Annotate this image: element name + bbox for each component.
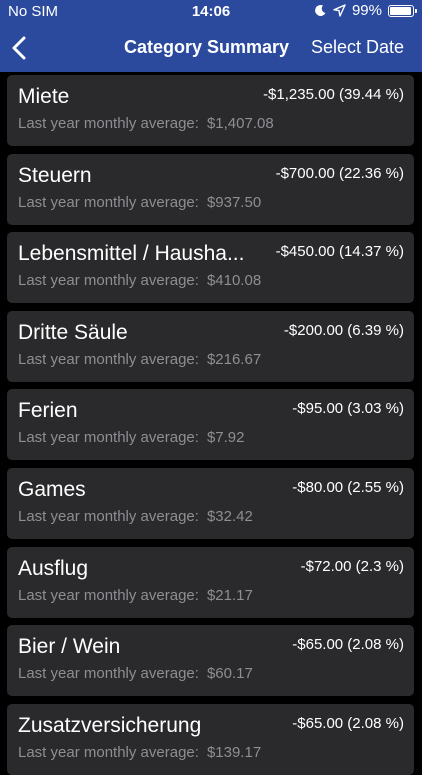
battery-percent: 99%: [351, 2, 382, 19]
status-bar: No SIM 14:06 99%: [0, 0, 422, 24]
category-amount: -$65.00 (2.08 %): [292, 636, 404, 654]
category-amount: -$65.00 (2.08 %): [292, 714, 404, 732]
average-label: Last year monthly average:: [18, 350, 199, 368]
select-date-button[interactable]: Select Date: [311, 37, 404, 58]
category-name: Ausflug: [18, 556, 89, 580]
category-card[interactable]: Miete -$1,235.00 (39.44 %) Last year month…: [7, 75, 414, 146]
category-name: Miete: [18, 85, 70, 108]
category-average: Last year monthly average: $1,407.08: [18, 115, 274, 132]
category-card[interactable]: Zusatzversicherung -$65.00 (2.08 %) Last y…: [7, 703, 414, 775]
category-amount: -$80.00 (2.55 %): [292, 479, 404, 496]
category-average: Last year monthly average: $7.92: [18, 429, 244, 446]
category-amount: -$72.00 (2.3 %): [300, 557, 404, 575]
category-card[interactable]: Steuern -$700.00 (22.36 %) Last year month…: [7, 153, 414, 225]
average-label: Last year monthly average:: [18, 665, 199, 683]
category-amount: -$450.00 (14.37 %): [275, 243, 404, 261]
category-card[interactable]: Ferien -$95.00 (3.03 %) Last year monthly …: [7, 389, 414, 461]
category-name: Bier / Wein: [18, 635, 121, 659]
category-amount: -$700.00 (22.36 %): [275, 164, 404, 182]
location-arrow-icon: [333, 4, 346, 17]
category-name: Games: [18, 478, 86, 501]
navigation-bar: Category Summary Select Date: [0, 24, 422, 72]
category-average: Last year monthly average: $32.42: [18, 508, 253, 525]
average-label: Last year monthly average:: [18, 429, 199, 447]
status-right: 99%: [314, 2, 417, 19]
average-value: $7.92: [206, 429, 245, 447]
category-name: Dritte Säule: [18, 320, 128, 344]
back-button[interactable]: [6, 32, 36, 64]
battery-icon: [388, 4, 417, 17]
average-label: Last year monthly average:: [18, 115, 199, 132]
average-value: $60.17: [206, 665, 253, 683]
battery-fill: [390, 6, 411, 15]
average-label: Last year monthly average:: [18, 508, 199, 525]
average-value: $32.42: [206, 508, 253, 525]
category-average: Last year monthly average: $139.17: [18, 744, 261, 761]
category-name: Ferien: [18, 399, 78, 423]
category-amount: -$1,235.00 (39.44 %): [263, 86, 404, 103]
average-value: $216.67: [206, 350, 262, 368]
average-label: Last year monthly average:: [18, 743, 199, 761]
category-name: Lebensmittel / Hausha...: [18, 242, 245, 266]
average-label: Last year monthly average:: [18, 586, 199, 604]
category-amount: -$95.00 (3.03 %): [292, 400, 404, 418]
category-average: Last year monthly average: $21.17: [18, 587, 253, 604]
average-value: $937.50: [206, 193, 262, 211]
page-title: Category Summary: [124, 37, 290, 57]
average-value: $139.17: [206, 743, 262, 761]
category-amount: -$200.00 (6.39 %): [283, 321, 404, 339]
category-name: Steuern: [18, 163, 92, 187]
category-average: Last year monthly average: $60.17: [18, 665, 253, 682]
average-value: $21.17: [206, 586, 253, 604]
average-value: $410.08: [206, 272, 262, 290]
chevron-left-icon: [12, 36, 26, 60]
moon-icon: [315, 4, 326, 16]
category-card[interactable]: Games -$80.00 (2.55 %) Last year monthly a…: [7, 468, 414, 539]
category-average: Last year monthly average: $410.08: [18, 272, 261, 289]
category-card[interactable]: Dritte Säule -$200.00 (6.39 %) Last year m…: [7, 310, 414, 382]
category-card[interactable]: Lebensmittel / Hausha... -$450.00 (14.37 …: [7, 232, 414, 304]
category-card[interactable]: Bier / Wein -$65.00 (2.08 %) Last year mon…: [7, 625, 414, 697]
category-name: Zusatzversicherung: [18, 713, 202, 737]
average-label: Last year monthly average:: [18, 193, 199, 211]
category-average: Last year monthly average: $216.67: [18, 351, 261, 368]
category-card[interactable]: Ausflug -$72.00 (2.3 %) Last year monthly …: [7, 546, 414, 618]
average-label: Last year monthly average:: [18, 272, 199, 290]
category-average: Last year monthly average: $937.50: [18, 194, 261, 211]
average-value: $1,407.08: [206, 115, 274, 132]
